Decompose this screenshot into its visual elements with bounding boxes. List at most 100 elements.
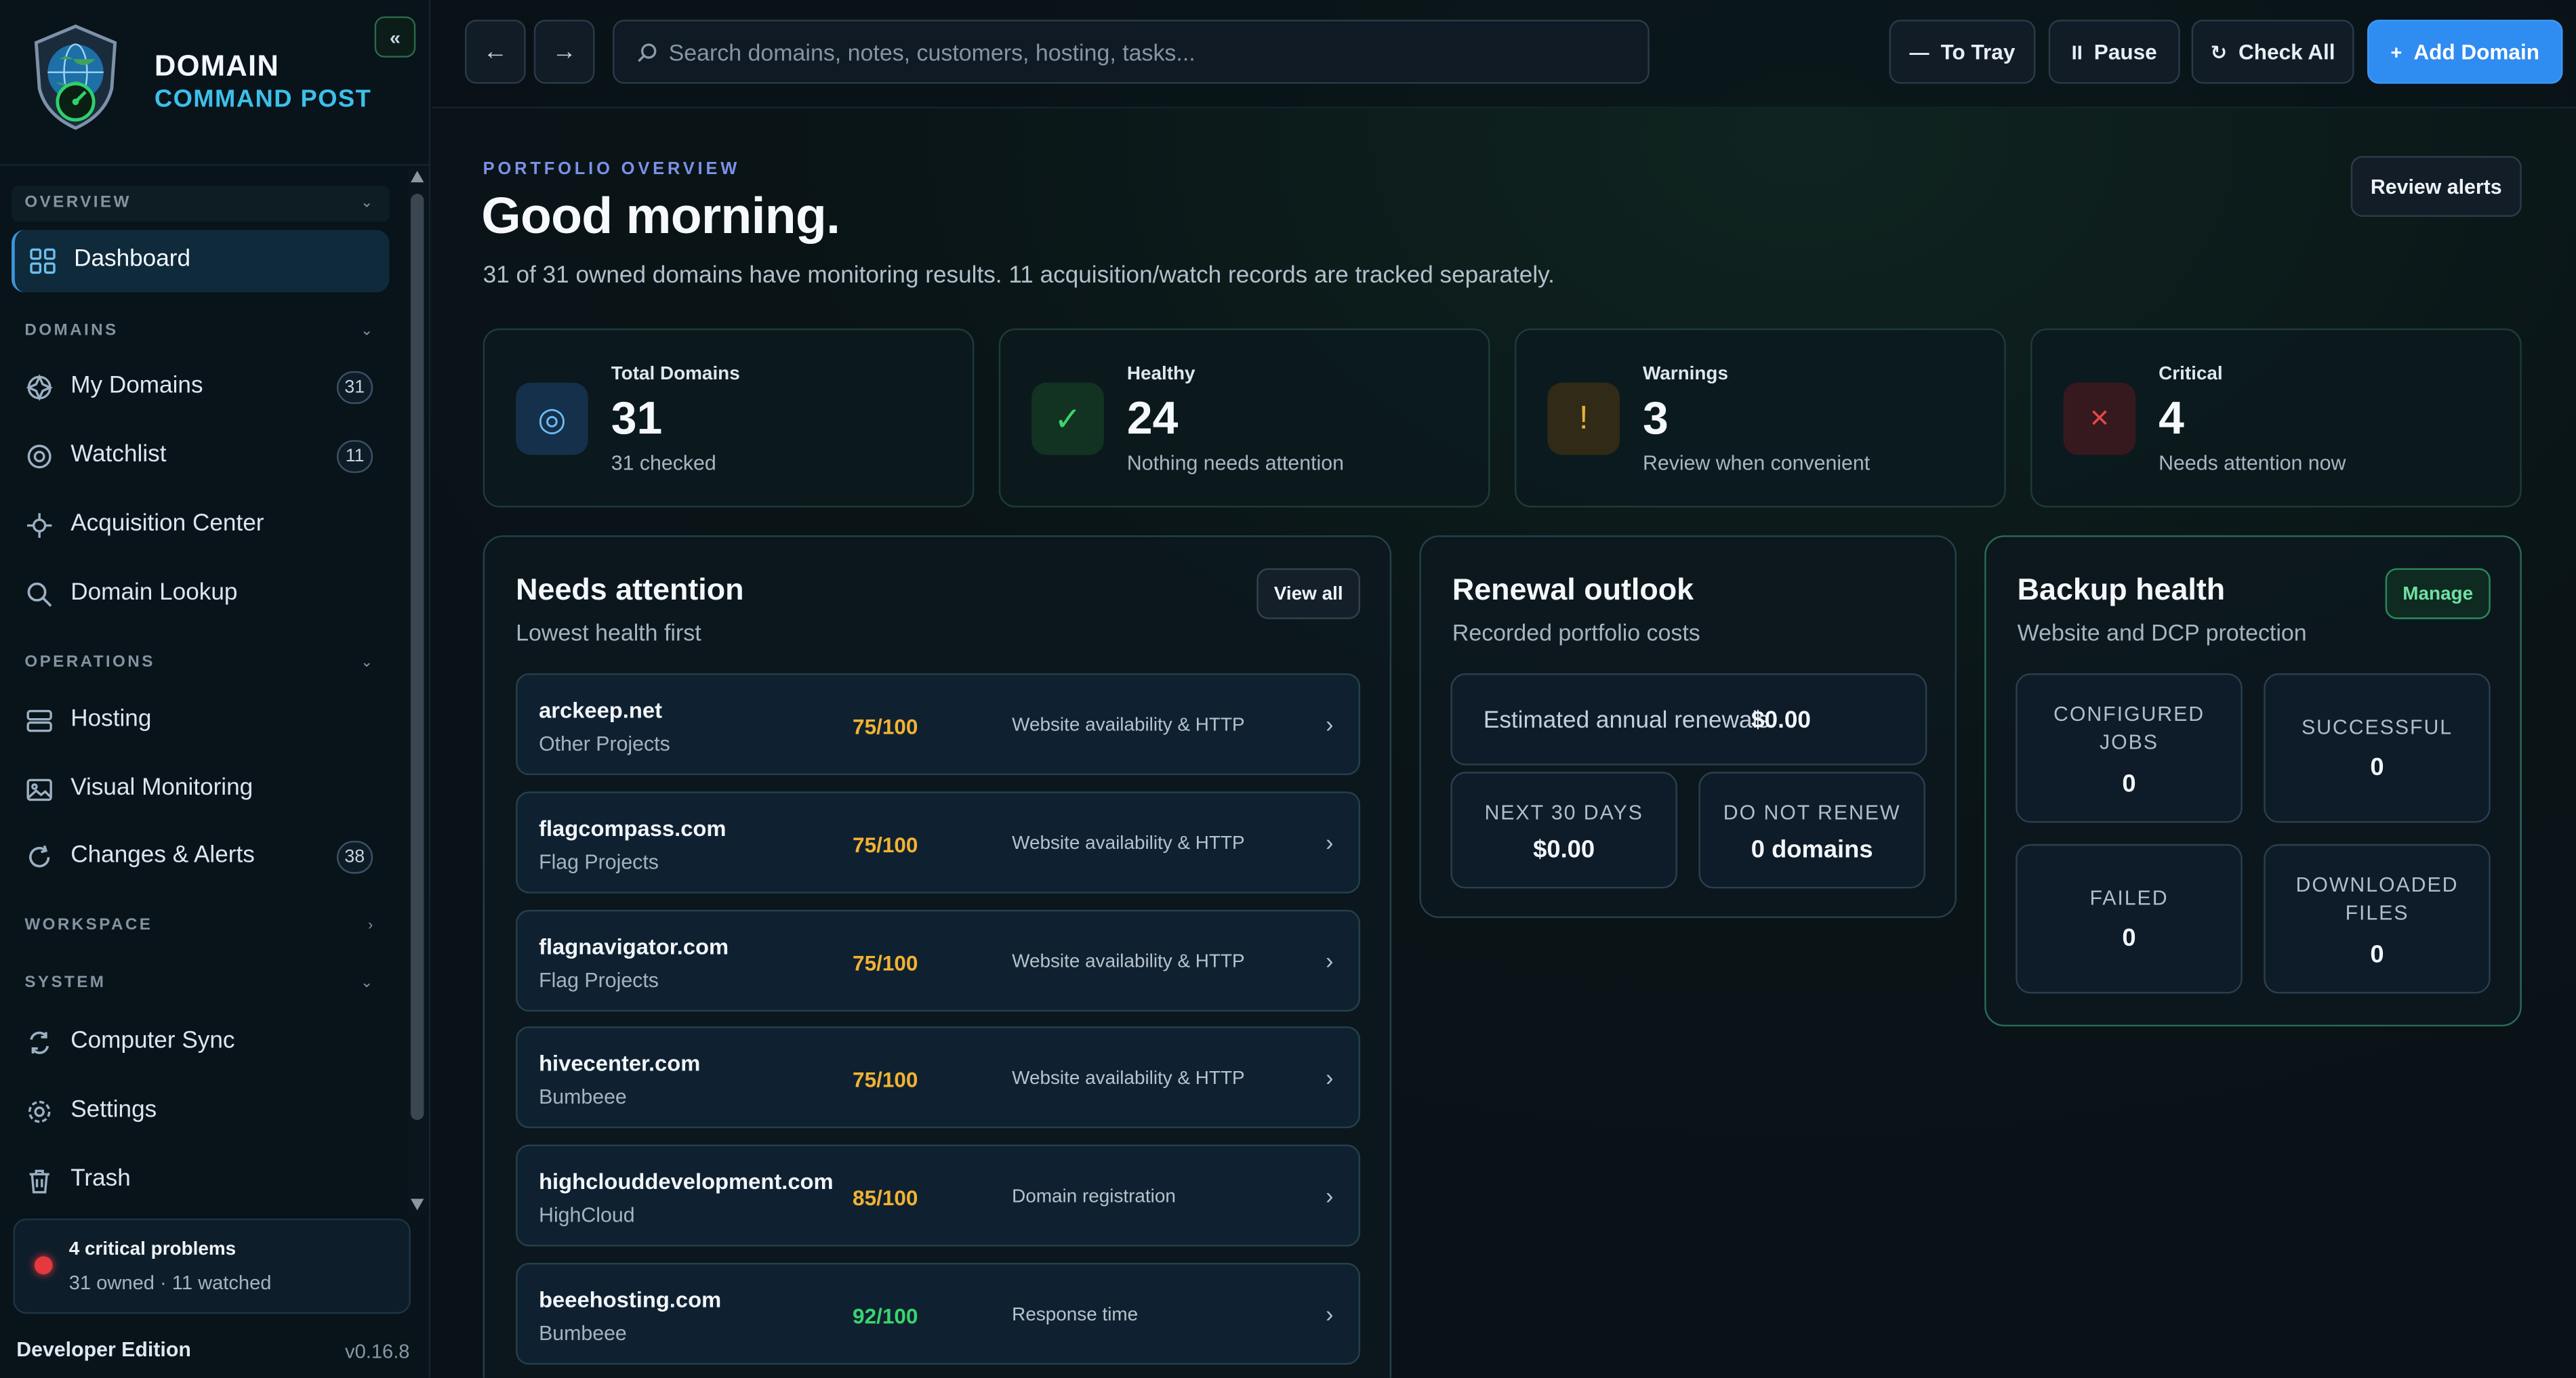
sidebar-item-domain-lookup[interactable]: Domain Lookup (12, 563, 390, 625)
sidebar-item-dashboard[interactable]: Dashboard (11, 230, 390, 293)
project-name: Flag Projects (539, 969, 659, 993)
target-icon: ◎ (516, 382, 588, 455)
section-operations[interactable]: OPERATIONS ⌄ (12, 646, 390, 682)
sidebar-item-my-domains[interactable]: My Domains 31 (12, 356, 390, 419)
brand: DOMAIN COMMAND POST (30, 23, 408, 138)
chevron-right-icon: › (1326, 1064, 1334, 1091)
panel-title: Backup health (2017, 571, 2226, 606)
domain-name: arckeep.net (539, 698, 662, 723)
view-all-button[interactable]: View all (1256, 568, 1361, 619)
successful-label: SUCCESSFUL (2301, 715, 2453, 739)
stat-card-critical[interactable]: × Critical 4 Needs attention now (2030, 328, 2522, 508)
issue-reason: Website availability & HTTP (1012, 715, 1245, 736)
plus-icon: + (2390, 40, 2403, 64)
section-workspace[interactable]: WORKSPACE › (12, 908, 390, 944)
review-alerts-button[interactable]: Review alerts (2350, 156, 2522, 217)
attention-row[interactable]: beeehosting.com Bumbeee 92/100 Response … (516, 1263, 1361, 1365)
sidebar-item-label: Computer Sync (70, 1028, 235, 1055)
sidebar-item-acquisition-center[interactable]: Acquisition Center (12, 495, 390, 557)
critical-problems-card[interactable]: 4 critical problems 31 owned · 11 watche… (13, 1218, 411, 1314)
sidebar-item-label: Dashboard (74, 246, 191, 273)
forward-button[interactable]: → (533, 20, 595, 84)
checkmark-icon: ✓ (1031, 382, 1104, 455)
section-domains[interactable]: DOMAINS ⌄ (12, 314, 390, 350)
downloaded-files-label: DOWNLOADED FILES (2295, 873, 2459, 925)
collapse-sidebar-button[interactable]: « (374, 16, 416, 58)
successful-card: SUCCESSFUL 0 (2264, 673, 2491, 823)
global-search[interactable] (613, 20, 1650, 84)
sidebar-item-hosting[interactable]: Hosting (12, 690, 390, 752)
pause-button[interactable]: II Pause (2048, 20, 2180, 84)
renewal-outlook-panel: Renewal outlook Recorded portfolio costs… (1419, 535, 1957, 919)
scrollbar-thumb[interactable] (411, 194, 424, 1121)
chevron-right-icon: › (1326, 1300, 1334, 1327)
sidebar-item-label: Hosting (70, 706, 152, 733)
sidebar: DOMAIN COMMAND POST « OVERVIEW ⌄ Dashboa… (0, 0, 431, 1378)
page-summary: 31 of 31 owned domains have monitoring r… (483, 262, 1555, 289)
attention-row[interactable]: flagnavigator.com Flag Projects 75/100 W… (516, 909, 1361, 1012)
health-score: 92/100 (853, 1303, 918, 1329)
app-window: DOMAIN COMMAND POST « OVERVIEW ⌄ Dashboa… (0, 0, 2576, 1378)
project-name: Bumbeee (539, 1322, 627, 1345)
do-not-renew-label: DO NOT RENEW (1723, 801, 1901, 824)
health-score: 75/100 (853, 951, 918, 976)
shield-globe-logo (34, 24, 117, 130)
section-system-label: SYSTEM (24, 974, 106, 993)
stat-value: 31 (611, 392, 663, 444)
configured-jobs-card: CONFIGURED JOBS 0 (2016, 673, 2243, 823)
sidebar-item-label: Trash (70, 1166, 131, 1192)
downloaded-files-card: DOWNLOADED FILES 0 (2264, 843, 2491, 994)
annual-renewals-label: Estimated annual renewals (1483, 707, 1770, 734)
attention-row[interactable]: flagcompass.com Flag Projects 75/100 Web… (516, 791, 1361, 894)
failed-value: 0 (2122, 924, 2136, 953)
check-all-label: Check All (2238, 39, 2335, 64)
scroll-up-arrow-icon[interactable] (411, 171, 424, 183)
stat-label: Warnings (1643, 364, 1728, 385)
sidebar-item-settings[interactable]: Settings (12, 1081, 390, 1143)
next-30-days-value: $0.00 (1533, 835, 1595, 864)
domain-name: beeehosting.com (539, 1287, 722, 1312)
section-overview[interactable]: OVERVIEW ⌄ (11, 185, 390, 222)
issue-reason: Response time (1012, 1306, 1139, 1326)
attention-row[interactable]: highclouddevelopment.com HighCloud 85/10… (516, 1144, 1361, 1247)
edition-label: Developer Edition (16, 1338, 191, 1362)
issue-reason: Website availability & HTTP (1012, 952, 1245, 973)
grid-icon (30, 248, 56, 274)
stat-subtext: 31 checked (611, 451, 716, 475)
panel-title: Renewal outlook (1452, 571, 1694, 606)
count-badge: 38 (336, 841, 373, 874)
stat-label: Critical (2159, 364, 2223, 385)
scroll-down-arrow-icon[interactable] (411, 1198, 424, 1211)
to-tray-label: To Tray (1940, 39, 2016, 64)
stat-card-warnings[interactable]: ! Warnings 3 Review when convenient (1514, 328, 2006, 508)
sidebar-item-label: My Domains (70, 373, 203, 400)
to-tray-button[interactable]: — To Tray (1889, 20, 2036, 84)
sidebar-item-visual-monitoring[interactable]: Visual Monitoring (12, 759, 390, 821)
back-button[interactable]: ← (464, 20, 526, 84)
stat-card-total[interactable]: ◎ Total Domains 31 31 checked (483, 328, 975, 508)
stat-label: Healthy (1126, 364, 1195, 385)
add-domain-button[interactable]: + Add Domain (2367, 20, 2563, 84)
pause-label: Pause (2093, 39, 2157, 64)
attention-row[interactable]: hivecenter.com Bumbeee 75/100 Website av… (516, 1026, 1361, 1129)
sidebar-item-changes-alerts[interactable]: Changes & Alerts 38 (12, 826, 390, 888)
exclamation-icon: ! (1547, 382, 1620, 455)
stat-subtext: Review when convenient (1643, 451, 1870, 475)
section-domains-label: DOMAINS (24, 322, 119, 340)
check-all-button[interactable]: ↻ Check All (2191, 20, 2354, 84)
project-name: HighCloud (539, 1203, 635, 1227)
section-system[interactable]: SYSTEM ⌄ (12, 965, 390, 1001)
sidebar-item-computer-sync[interactable]: Computer Sync (12, 1011, 390, 1074)
stat-card-healthy[interactable]: ✓ Healthy 24 Nothing needs attention (998, 328, 1490, 508)
chevron-down-icon: ⌄ (360, 322, 373, 339)
sidebar-item-watchlist[interactable]: Watchlist 11 (12, 425, 390, 488)
section-overview-label: OVERVIEW (24, 194, 131, 212)
trash-icon (29, 1169, 49, 1194)
attention-row[interactable]: arckeep.net Other Projects 75/100 Websit… (516, 673, 1361, 776)
sidebar-item-trash[interactable]: Trash (12, 1150, 390, 1212)
search-input[interactable] (668, 21, 1638, 83)
manage-backups-button[interactable]: Manage (2385, 568, 2491, 619)
close-x-icon: × (2063, 382, 2136, 455)
domain-name: flagcompass.com (539, 816, 727, 841)
domain-name: flagnavigator.com (539, 934, 729, 959)
